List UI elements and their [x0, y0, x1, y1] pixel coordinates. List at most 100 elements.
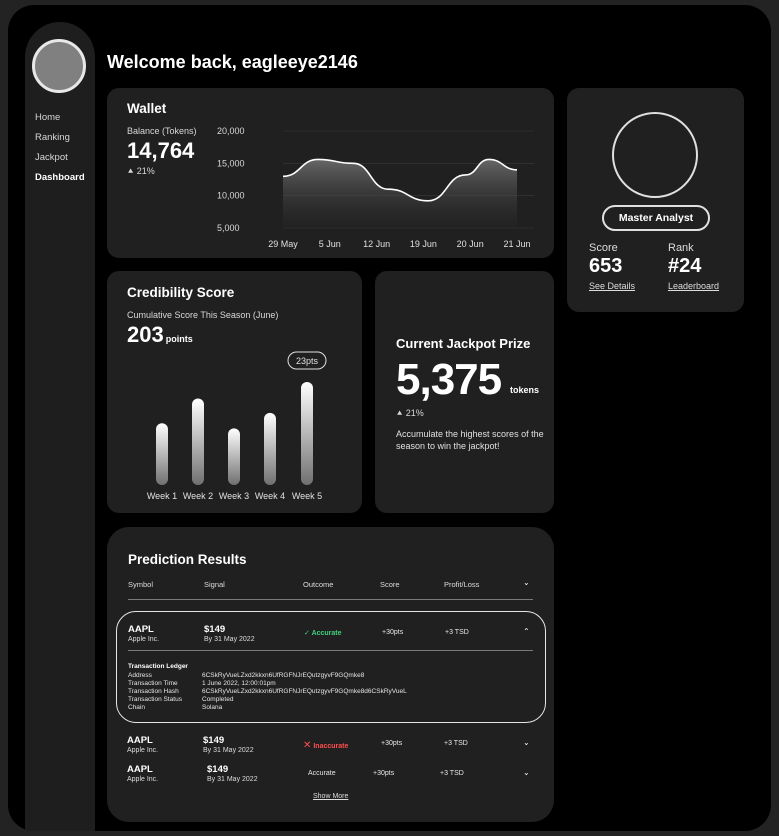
credibility-chart: Week 1 Week 2 Week 3 Week 4 Week 5 23pts: [147, 351, 327, 501]
leaderboard-link[interactable]: Leaderboard: [668, 281, 719, 291]
profile-card: Master Analyst Score 653 See Details Ran…: [567, 88, 744, 312]
rank-value: #24: [668, 255, 702, 277]
jackpot-card: Current Jackpot Prize 5,375 tokens ⯅ 21%…: [375, 271, 554, 513]
row-profit-loss: +3 TSD: [440, 770, 464, 777]
bar-label: Week 2: [183, 491, 213, 501]
expanded-row[interactable]: AAPL Apple Inc. $149 By 31 May 2022 ✓ Ac…: [116, 611, 546, 723]
up-arrows-icon: ⯅: [396, 408, 404, 418]
row-outcome-label: Accurate: [311, 630, 342, 637]
row-outcome: Accurate: [308, 770, 336, 777]
row-company: Apple Inc.: [127, 747, 159, 754]
wallet-y-tick: 20,000: [217, 126, 245, 136]
wallet-x-tick: 12 Jun: [363, 239, 390, 249]
row-outcome-label: Inaccurate: [313, 743, 349, 750]
row-score: +30pts: [382, 629, 404, 636]
ledger-value: Solana: [202, 704, 223, 711]
row-divider: [128, 650, 533, 651]
row-symbol: AAPL: [128, 624, 154, 635]
see-details-link[interactable]: See Details: [589, 281, 635, 291]
row-profit-loss: +3 TSD: [445, 629, 469, 636]
ledger-title: Transaction Ledger: [128, 663, 188, 670]
bar-week-2[interactable]: [192, 398, 204, 485]
bar-label: Week 4: [255, 491, 285, 501]
ledger-label: Transaction Time: [128, 680, 178, 687]
row-symbol: AAPL: [127, 764, 153, 775]
nav-item-home[interactable]: Home: [35, 108, 85, 128]
wallet-y-tick: 15,000: [217, 158, 245, 168]
wallet-x-tick: 19 Jun: [410, 239, 437, 249]
avatar[interactable]: [32, 39, 86, 93]
header-symbol: Symbol: [128, 580, 154, 589]
row-price: $149: [207, 764, 229, 775]
row-profit-loss: +3 TSD: [444, 740, 468, 747]
bar-week-1[interactable]: [156, 423, 168, 485]
row-date: By 31 May 2022: [203, 747, 254, 754]
score-label: Score: [589, 242, 618, 254]
prediction-results-title: Prediction Results: [128, 552, 247, 567]
jackpot-title: Current Jackpot Prize: [396, 336, 531, 351]
highlight-badge-label: 23pts: [296, 356, 319, 366]
wallet-y-tick: 5,000: [217, 223, 240, 233]
ledger-value: 1 June 2022, 12:00:01pm: [202, 680, 276, 687]
nav-item-jackpot[interactable]: Jackpot: [35, 148, 85, 168]
row-price: $149: [203, 735, 225, 746]
row-outcome: ✕ Inaccurate: [303, 740, 348, 751]
row-score: +30pts: [381, 740, 403, 747]
rank-title-badge: Master Analyst: [602, 205, 710, 231]
wallet-area: [283, 159, 517, 228]
header-signal: Signal: [204, 580, 225, 589]
chevron-down-icon[interactable]: ⌄: [523, 768, 530, 777]
row-company: Apple Inc.: [127, 776, 159, 783]
ledger-value: 6CSkRyVueLZxd2kkxn6UfRGFNJrEQutzgyvF9GQm…: [202, 688, 407, 695]
wallet-card: Wallet Balance (Tokens) 14,764 ⯅ 21% 20,…: [107, 88, 554, 258]
header-outcome: Outcome: [303, 580, 334, 589]
row-price: $149: [204, 624, 226, 635]
ledger-label: Transaction Status: [128, 696, 182, 703]
ledger-value: 6CSkRyVueLZxd2kkxn6UfRGFNJrEQutzgyvF9GQm…: [202, 672, 365, 679]
sidebar: Home Ranking Jackpot Dashboard: [25, 22, 95, 831]
app-frame: Home Ranking Jackpot Dashboard Welcome b…: [8, 5, 771, 831]
bar-week-3[interactable]: [228, 428, 240, 485]
wallet-y-tick: 10,000: [217, 191, 245, 201]
wallet-x-tick: 29 May: [268, 239, 298, 249]
sidebar-nav: Home Ranking Jackpot Dashboard: [35, 108, 85, 188]
rank-label: Rank: [668, 242, 694, 254]
row-score: +30pts: [373, 770, 395, 777]
show-more-link[interactable]: Show More: [313, 793, 348, 800]
row-outcome: ✓ Accurate: [304, 629, 342, 637]
check-icon: ✓: [304, 630, 310, 637]
page-title: Welcome back, eagleeye2146: [107, 52, 358, 72]
chevron-down-icon[interactable]: ⌄: [523, 578, 530, 587]
nav-item-ranking[interactable]: Ranking: [35, 128, 85, 148]
wallet-chart: 20,000 15,000 10,000 5,000 29 May 5 Jun 12 Jun…: [217, 126, 534, 249]
header-divider: [128, 599, 533, 600]
cross-icon: ✕: [303, 740, 312, 751]
ledger-label: Chain: [128, 704, 145, 711]
wallet-x-tick: 20 Jun: [457, 239, 484, 249]
jackpot-description: Accumulate the highest scores of the sea…: [396, 429, 544, 451]
chevron-down-icon[interactable]: ⌄: [523, 738, 530, 747]
bar-label: Week 1: [147, 491, 177, 501]
wallet-x-tick: 5 Jun: [319, 239, 341, 249]
row-symbol: AAPL: [127, 735, 153, 746]
bar-week-5[interactable]: [301, 382, 313, 485]
profile-avatar[interactable]: [612, 112, 698, 198]
chevron-up-icon[interactable]: ⌃: [523, 627, 530, 636]
ledger-label: Transaction Hash: [128, 688, 179, 695]
bar-label: Week 5: [292, 491, 322, 501]
nav-item-dashboard[interactable]: Dashboard: [35, 168, 85, 188]
ledger-label: Address: [128, 672, 152, 679]
wallet-x-tick: 21 Jun: [503, 239, 530, 249]
bar-label: Week 3: [219, 491, 249, 501]
credibility-card: Credibility Score Cumulative Score This …: [107, 271, 362, 513]
jackpot-value: 5,375: [396, 355, 502, 404]
prediction-results-card: Prediction Results Symbol Signal Outcome…: [107, 527, 554, 822]
jackpot-change-value: 21%: [405, 408, 424, 418]
bar-week-4[interactable]: [264, 412, 276, 485]
row-company: Apple Inc.: [128, 636, 160, 643]
row-date: By 31 May 2022: [204, 636, 255, 643]
jackpot-unit: tokens: [510, 385, 540, 395]
jackpot-change: ⯅ 21%: [396, 408, 424, 419]
row-date: By 31 May 2022: [207, 776, 258, 783]
score-value: 653: [589, 255, 623, 277]
